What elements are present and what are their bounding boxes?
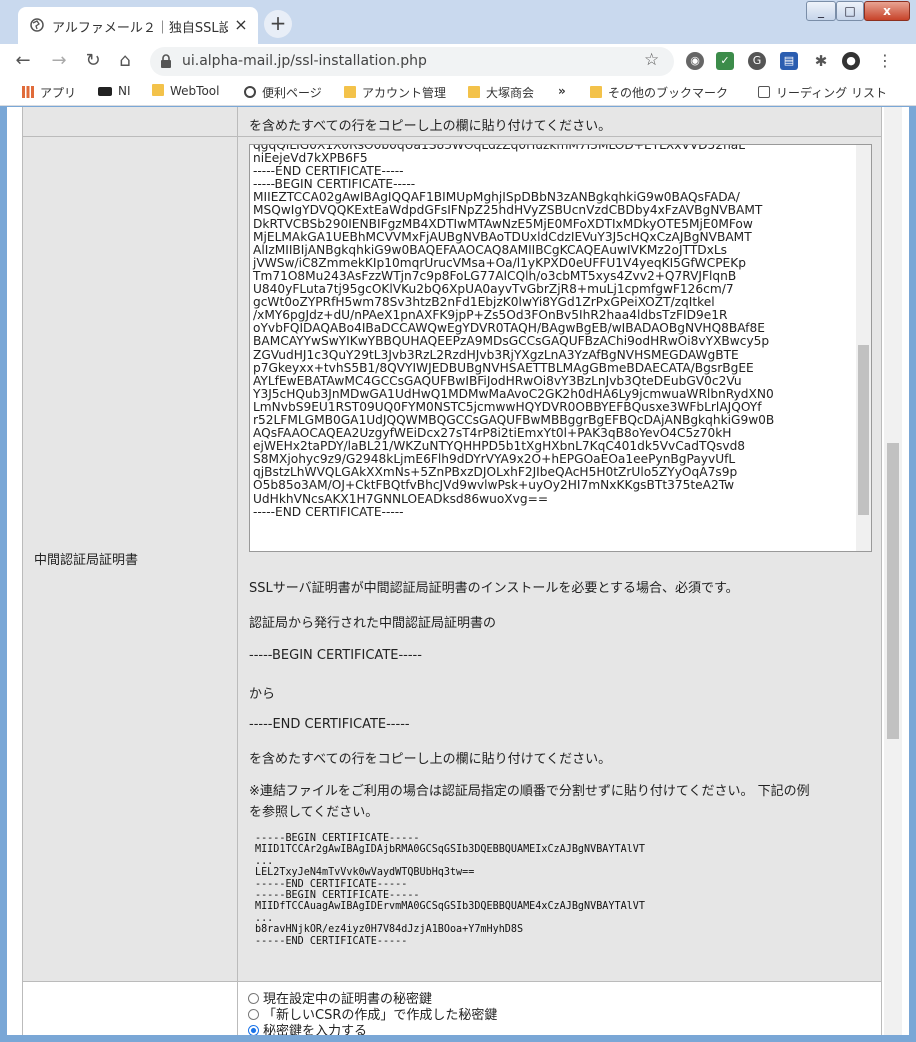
intermediate-cert-label: 中間認証局証明書: [34, 553, 139, 568]
intermediate-cert-label-cell: 中間認証局証明書: [23, 137, 238, 982]
bookmark-benri[interactable]: 便利ページ: [244, 84, 322, 101]
chevron-more-icon[interactable]: »: [558, 84, 566, 98]
intermediate-cert-textarea[interactable]: qgqQILIG0X1X0RsO0b0qUa1S83WOqLdzZq0Huzkm…: [249, 144, 872, 552]
bookmark-ni[interactable]: NI: [98, 84, 131, 98]
minimize-button[interactable]: _: [806, 1, 836, 21]
puzzle-icon[interactable]: ✱: [812, 52, 830, 70]
textarea-scrollbar[interactable]: [856, 145, 871, 551]
folder-icon: [152, 84, 164, 96]
ni-logo-icon: [98, 87, 112, 96]
instruction-text: を含めたすべての行をコピーし上の欄に貼り付けてください。: [249, 119, 612, 134]
close-window-button[interactable]: x: [864, 1, 910, 21]
maximize-button[interactable]: □: [836, 1, 864, 21]
apps-grid-icon: [22, 86, 34, 98]
navigation-bar: ← → ↻ ⌂ ui.alpha-mail.jp/ssl-installatio…: [0, 44, 916, 78]
back-arrow-icon[interactable]: ←: [12, 50, 34, 72]
bookmark-apps[interactable]: アプリ: [22, 84, 76, 101]
bookmark-reading-list[interactable]: リーディング リスト: [758, 84, 887, 101]
extension-badge-icon[interactable]: G: [748, 52, 766, 70]
radio-icon: [248, 1009, 259, 1020]
desc-copy: を含めたすべての行をコピーし上の欄に貼り付けてください。: [249, 752, 612, 767]
radio-icon: [248, 993, 259, 1004]
url-text: ui.alpha-mail.jp/ssl-installation.php: [182, 53, 427, 69]
page-scroll-thumb[interactable]: [887, 443, 899, 739]
bookmark-webtool[interactable]: WebTool: [152, 84, 219, 98]
table-row-label: [23, 107, 238, 137]
table-row-value: を含めたすべての行をコピーし上の欄に貼り付けてください。: [238, 107, 882, 137]
folder-icon: [344, 86, 356, 98]
radio-input-key[interactable]: 秘密鍵を入力する: [248, 1020, 367, 1035]
globe-icon: [244, 86, 256, 98]
globe-icon: [30, 18, 44, 32]
address-bar[interactable]: ui.alpha-mail.jp/ssl-installation.php ☆: [150, 47, 674, 76]
desc-issued: 認証局から発行された中間認証局証明書の: [249, 616, 497, 631]
bookmark-star-icon[interactable]: ☆: [644, 50, 659, 70]
folder-icon: [468, 86, 480, 98]
close-tab-icon[interactable]: ×: [232, 16, 250, 34]
bookmark-account[interactable]: アカウント管理: [344, 84, 446, 101]
checkmark-extension-icon[interactable]: ✓: [716, 52, 734, 70]
folder-icon: [590, 86, 602, 98]
reading-list-icon: [758, 86, 770, 98]
desc-end: -----END CERTIFICATE-----: [249, 717, 410, 732]
bookmarks-bar: アプリ NI WebTool 便利ページ アカウント管理 大塚商会 » その他の…: [0, 78, 916, 106]
bookmark-other[interactable]: その他のブックマーク: [590, 84, 728, 101]
example-certificate: -----BEGIN CERTIFICATE----- MIID1TCCAr2g…: [255, 831, 645, 947]
close-icon: x: [883, 4, 891, 18]
avatar[interactable]: ●: [842, 52, 860, 70]
maximize-icon: □: [844, 4, 856, 18]
textarea-scroll-thumb[interactable]: [858, 345, 869, 515]
minimize-icon: _: [818, 4, 824, 18]
desc-begin: -----BEGIN CERTIFICATE-----: [249, 648, 422, 663]
private-key-value-cell: 現在設定中の証明書の秘密鍵 「新しいCSRの作成」で作成した秘密鍵 秘密鍵を入力…: [238, 982, 882, 1035]
settings-table: を含めたすべての行をコピーし上の欄に貼り付けてください。 中間認証局証明書 qg…: [22, 107, 882, 1035]
browser-tab[interactable]: アルファメール２｜独自SSL設定 ×: [18, 7, 258, 44]
extension-icon[interactable]: ◉: [686, 52, 704, 70]
forward-arrow-icon[interactable]: →: [48, 50, 70, 72]
home-icon[interactable]: ⌂: [114, 50, 136, 72]
lock-icon: [161, 54, 171, 68]
bookmark-otsuka[interactable]: 大塚商会: [468, 84, 534, 101]
new-tab-button[interactable]: +: [264, 10, 292, 38]
page-content: を含めたすべての行をコピーし上の欄に貼り付けてください。 中間認証局証明書 qg…: [7, 107, 909, 1035]
save-extension-icon[interactable]: ▤: [780, 52, 798, 70]
radio-selected-icon: [248, 1025, 259, 1035]
tab-strip: アルファメール２｜独自SSL設定 × + _ □ x: [0, 0, 916, 44]
browser-window: アルファメール２｜独自SSL設定 × + _ □ x ← → ↻ ⌂ ui.al…: [0, 0, 916, 1042]
page-scrollbar[interactable]: [884, 107, 902, 1035]
window-bottom-border: [0, 1035, 916, 1042]
private-key-label-cell: [23, 982, 238, 1035]
reload-icon[interactable]: ↻: [82, 50, 104, 72]
desc-required: SSLサーバ証明書が中間認証局証明書のインストールを必要とする場合、必須です。: [249, 581, 739, 596]
note-line-2: を参照してください。: [249, 805, 379, 820]
note-line-1: ※連結ファイルをご利用の場合は認証局指定の順番で分割せずに貼り付けてください。 …: [249, 784, 810, 799]
desc-from: から: [249, 687, 276, 702]
menu-dots-icon[interactable]: ⋮: [876, 52, 894, 70]
textarea-text: qgqQILIG0X1X0RsO0b0qUa1S83WOqLdzZq0Huzkm…: [253, 144, 775, 519]
tab-title: アルファメール２｜独自SSL設定: [52, 21, 228, 36]
